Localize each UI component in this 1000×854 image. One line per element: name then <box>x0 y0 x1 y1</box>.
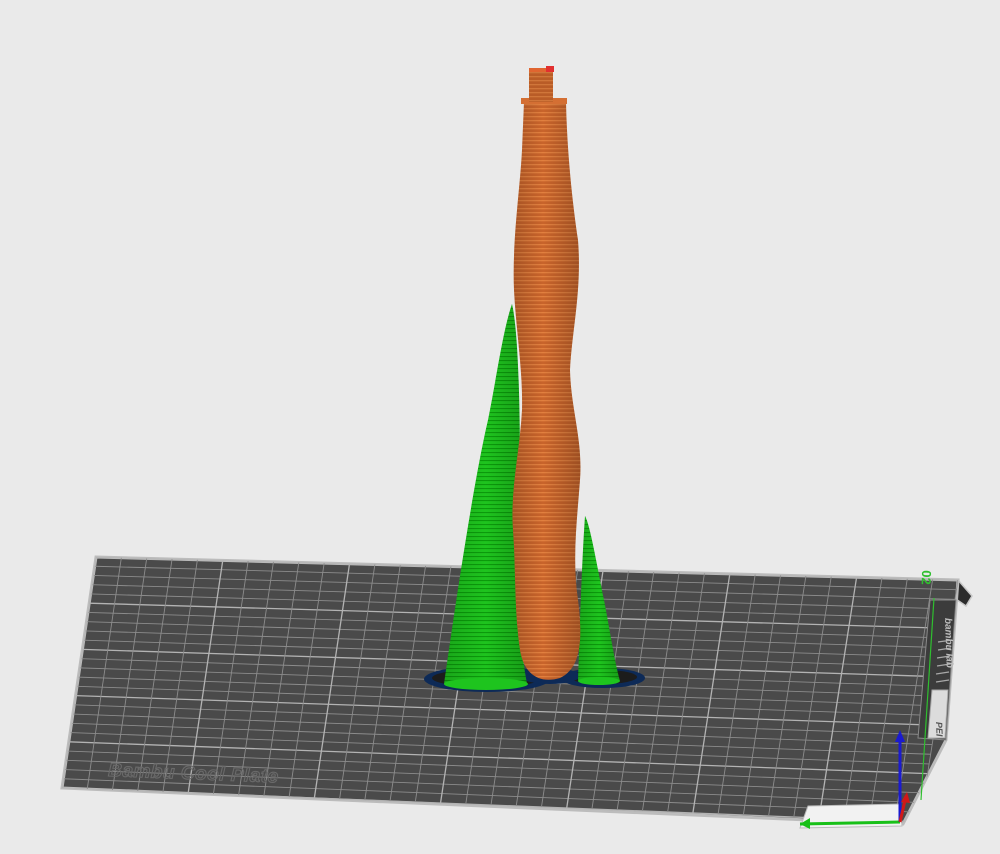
plate-side-text: bambu lab <box>942 618 955 668</box>
main-model[interactable] <box>512 66 581 680</box>
plate-number[interactable]: 02 <box>919 570 934 585</box>
3d-viewport[interactable]: bambu lab PEI 02 Bambu Cool Plate <box>0 0 1000 854</box>
scene-canvas[interactable]: bambu lab PEI 02 Bambu Cool Plate <box>0 0 1000 854</box>
plate-corner-text: PEI <box>934 722 945 737</box>
